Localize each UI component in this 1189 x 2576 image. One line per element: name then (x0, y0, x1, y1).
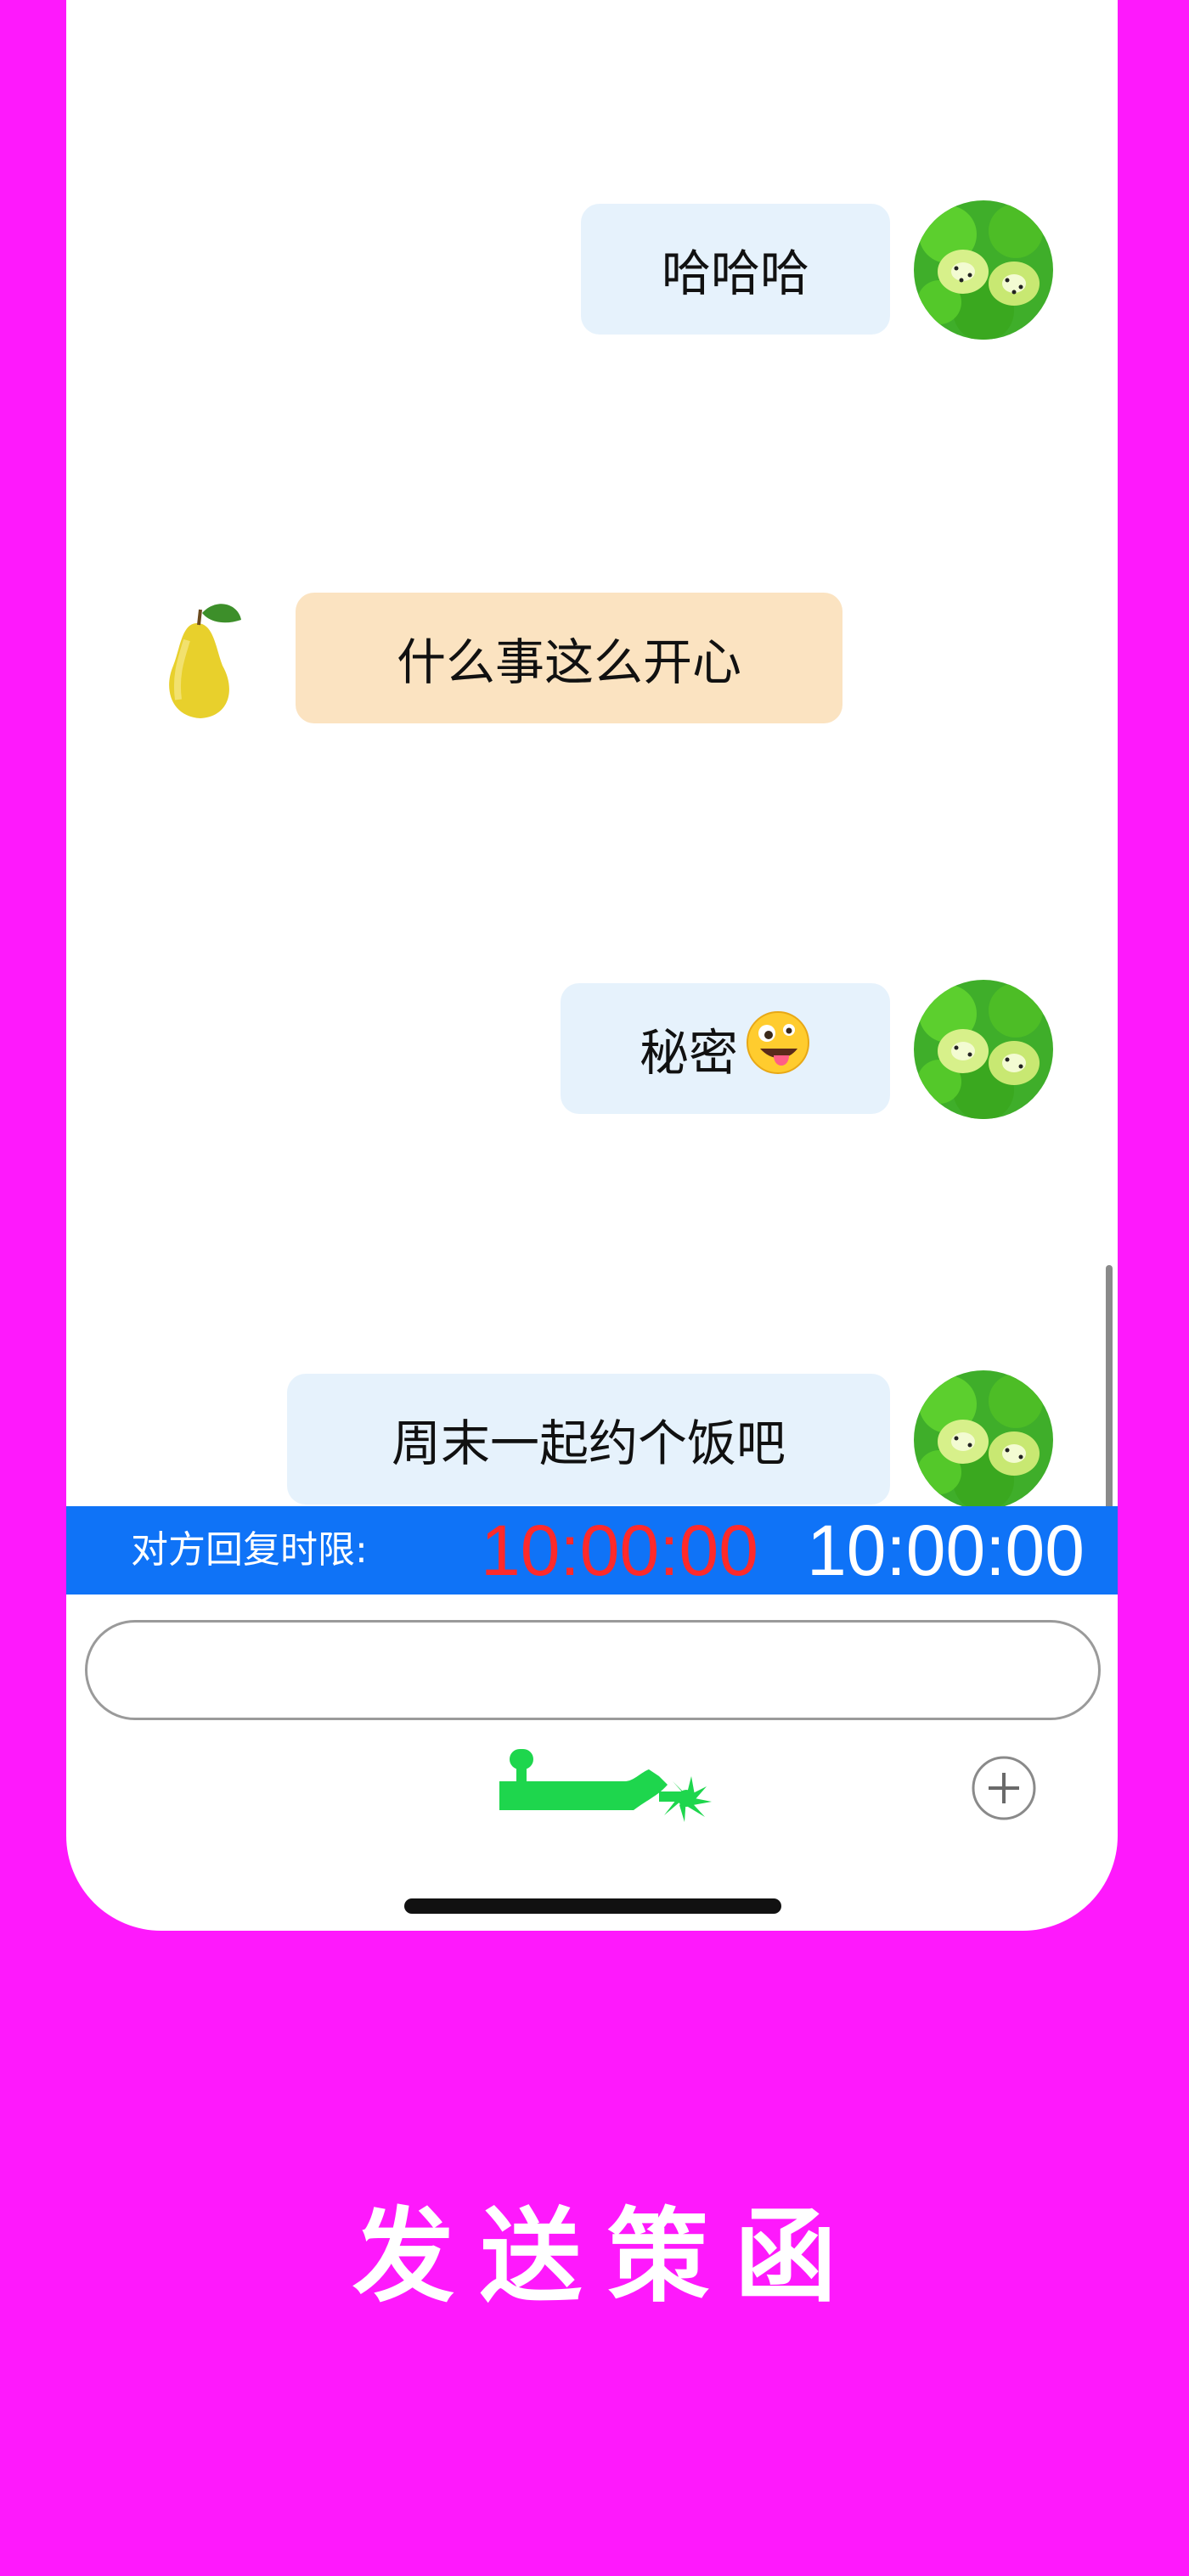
plus-circle-icon[interactable] (970, 1754, 1038, 1822)
kiwi-avatar[interactable] (914, 1370, 1053, 1510)
message-text: 秘密 (639, 1024, 738, 1082)
message-bubble-outgoing[interactable]: 周末一起约个饭吧 (287, 1374, 890, 1505)
countdown-red: 10:00:00 (481, 1510, 758, 1590)
chat-screen: 哈哈哈 什么事这么开心 秘密 周末一起约个饭吧 对方回复时限: 10:00:00… (66, 0, 1118, 1931)
message-bubble-outgoing[interactable]: 秘密 (561, 983, 890, 1114)
zany-face-emoji (745, 1010, 811, 1088)
kiwi-avatar[interactable] (914, 980, 1053, 1119)
reply-deadline-bar: 对方回复时限: 10:00:00 10:00:00 (66, 1506, 1118, 1595)
countdown-white: 10:00:00 (807, 1510, 1085, 1590)
home-indicator[interactable] (404, 1898, 781, 1914)
message-bubble-outgoing[interactable]: 哈哈哈 (581, 204, 890, 335)
kiwi-avatar[interactable] (914, 200, 1053, 340)
spur-icon[interactable] (498, 1747, 717, 1824)
pear-avatar[interactable] (131, 589, 270, 728)
message-text: 周末一起约个饭吧 (391, 1415, 786, 1472)
message-input[interactable] (85, 1620, 1101, 1720)
reply-deadline-label: 对方回复时限: (131, 1528, 368, 1572)
promo-caption: 发送策函 (352, 2198, 862, 2316)
message-text: 哈哈哈 (661, 245, 809, 302)
message-text: 什么事这么开心 (396, 633, 741, 691)
message-bubble-incoming[interactable]: 什么事这么开心 (296, 593, 842, 723)
